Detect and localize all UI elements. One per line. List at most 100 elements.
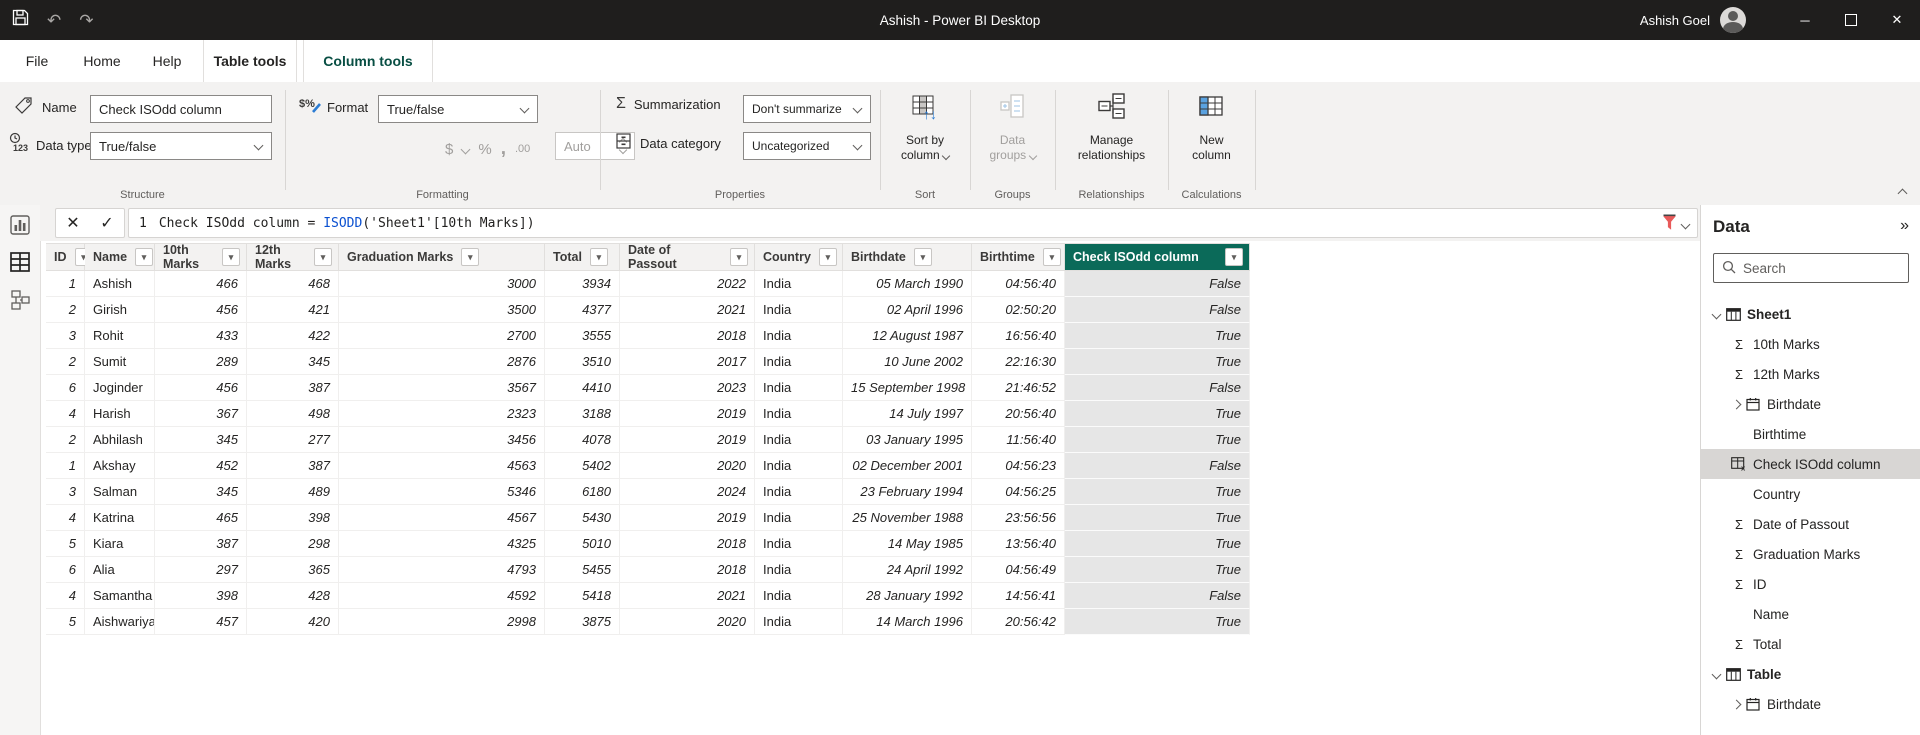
avatar[interactable] <box>1720 7 1746 33</box>
table-cell[interactable]: 4410 <box>545 375 620 401</box>
table-cell[interactable]: 498 <box>247 401 339 427</box>
manage-relationships-button[interactable]: Managerelationships <box>1055 92 1168 163</box>
table-cell[interactable]: 11:56:40 <box>972 427 1065 453</box>
field-item-date-of-passout[interactable]: ΣDate of Passout <box>1701 509 1920 539</box>
table-cell[interactable]: 387 <box>155 531 247 557</box>
table-node-sheet1[interactable]: Sheet1 <box>1701 299 1920 329</box>
table-cell[interactable]: 24 April 1992 <box>843 557 972 583</box>
table-cell[interactable]: 421 <box>247 297 339 323</box>
table-cell[interactable]: 14 May 1985 <box>843 531 972 557</box>
table-cell[interactable]: 3555 <box>545 323 620 349</box>
table-cell[interactable]: Joginder <box>85 375 155 401</box>
column-header-birthtime[interactable]: Birthtime▾ <box>972 243 1065 271</box>
table-cell[interactable]: India <box>755 427 843 453</box>
table-cell[interactable]: True <box>1065 609 1250 635</box>
table-cell[interactable]: Alia <box>85 557 155 583</box>
column-header-check-isodd-column[interactable]: Check ISOdd column▾ <box>1065 243 1250 271</box>
table-cell[interactable]: 4 <box>46 583 85 609</box>
table-cell[interactable]: 2017 <box>620 349 755 375</box>
table-cell[interactable]: 2021 <box>620 297 755 323</box>
table-cell[interactable]: 4793 <box>339 557 545 583</box>
table-cell[interactable]: 5418 <box>545 583 620 609</box>
field-item-graduation-marks[interactable]: ΣGraduation Marks <box>1701 539 1920 569</box>
table-cell[interactable]: 6 <box>46 557 85 583</box>
table-cell[interactable]: 02 April 1996 <box>843 297 972 323</box>
table-cell[interactable]: False <box>1065 453 1250 479</box>
table-cell[interactable]: 3500 <box>339 297 545 323</box>
table-cell[interactable]: 452 <box>155 453 247 479</box>
table-cell[interactable]: Salman <box>85 479 155 505</box>
table-cell[interactable]: False <box>1065 375 1250 401</box>
currency-icon[interactable]: $ <box>445 141 453 158</box>
column-filter-dropdown-icon[interactable]: ▾ <box>590 248 608 266</box>
table-cell[interactable]: True <box>1065 323 1250 349</box>
table-cell[interactable]: 5 <box>46 609 85 635</box>
table-cell[interactable]: 14 March 1996 <box>843 609 972 635</box>
table-cell[interactable]: 20:56:42 <box>972 609 1065 635</box>
column-filter-dropdown-icon[interactable]: ▾ <box>819 248 837 266</box>
table-cell[interactable]: 365 <box>247 557 339 583</box>
tab-table-tools[interactable]: Table tools <box>203 40 297 82</box>
table-cell[interactable]: 3188 <box>545 401 620 427</box>
table-cell[interactable]: 2323 <box>339 401 545 427</box>
table-cell[interactable]: India <box>755 271 843 297</box>
column-header-total[interactable]: Total▾ <box>545 243 620 271</box>
table-cell[interactable]: 433 <box>155 323 247 349</box>
column-filter-dropdown-icon[interactable]: ▾ <box>135 248 153 266</box>
table-cell[interactable]: 387 <box>247 375 339 401</box>
table-cell[interactable]: 456 <box>155 297 247 323</box>
percent-icon[interactable]: % <box>478 141 491 158</box>
table-cell[interactable]: 23:56:56 <box>972 505 1065 531</box>
table-cell[interactable]: 2998 <box>339 609 545 635</box>
table-cell[interactable]: 4563 <box>339 453 545 479</box>
chevron-down-icon[interactable] <box>1709 671 1723 678</box>
table-cell[interactable]: Samantha <box>85 583 155 609</box>
table-cell[interactable]: 02:50:20 <box>972 297 1065 323</box>
table-cell[interactable]: 2023 <box>620 375 755 401</box>
table-cell[interactable]: True <box>1065 479 1250 505</box>
table-cell[interactable]: 2018 <box>620 531 755 557</box>
table-cell[interactable]: 2 <box>46 349 85 375</box>
table-cell[interactable]: India <box>755 557 843 583</box>
table-cell[interactable]: 22:16:30 <box>972 349 1065 375</box>
formula-input[interactable]: 1 Check ISOdd column = ISODD('Sheet1'[10… <box>128 208 1698 238</box>
account-name[interactable]: Ashish Goel <box>1640 13 1710 28</box>
table-cell[interactable]: 345 <box>247 349 339 375</box>
table-cell[interactable]: India <box>755 349 843 375</box>
table-cell[interactable]: 289 <box>155 349 247 375</box>
table-cell[interactable]: 2020 <box>620 453 755 479</box>
field-item-name[interactable]: Name <box>1701 599 1920 629</box>
summarization-select[interactable]: Don't summarize <box>743 95 871 123</box>
table-cell[interactable]: 2018 <box>620 323 755 349</box>
table-cell[interactable]: 2020 <box>620 609 755 635</box>
tab-file[interactable]: File <box>14 40 60 82</box>
table-cell[interactable]: 3567 <box>339 375 545 401</box>
table-cell[interactable]: 2024 <box>620 479 755 505</box>
column-filter-dropdown-icon[interactable]: ▾ <box>1225 248 1243 266</box>
table-cell[interactable]: India <box>755 609 843 635</box>
table-cell[interactable]: 4 <box>46 401 85 427</box>
table-cell[interactable]: 398 <box>247 505 339 531</box>
filter-dropdown-icon[interactable] <box>1681 220 1691 230</box>
table-cell[interactable]: 2021 <box>620 583 755 609</box>
table-cell[interactable]: 3000 <box>339 271 545 297</box>
table-cell[interactable]: 05 March 1990 <box>843 271 972 297</box>
table-cell[interactable]: 6 <box>46 375 85 401</box>
table-cell[interactable]: 4325 <box>339 531 545 557</box>
table-cell[interactable]: 2700 <box>339 323 545 349</box>
table-cell[interactable]: 1 <box>46 271 85 297</box>
column-name-input[interactable]: Check ISOdd column <box>90 95 272 123</box>
data-view-icon[interactable] <box>10 252 30 272</box>
table-cell[interactable]: 04:56:23 <box>972 453 1065 479</box>
collapse-ribbon-icon[interactable] <box>1898 189 1908 199</box>
tab-help[interactable]: Help <box>144 40 190 82</box>
report-view-icon[interactable] <box>10 215 30 235</box>
search-input[interactable]: Search <box>1713 253 1909 283</box>
table-cell[interactable]: 298 <box>247 531 339 557</box>
table-cell[interactable]: India <box>755 297 843 323</box>
commit-formula-icon[interactable]: ✓ <box>100 213 113 233</box>
table-cell[interactable]: 2 <box>46 427 85 453</box>
table-cell[interactable]: 14 July 1997 <box>843 401 972 427</box>
table-cell[interactable]: 428 <box>247 583 339 609</box>
table-cell[interactable]: India <box>755 375 843 401</box>
